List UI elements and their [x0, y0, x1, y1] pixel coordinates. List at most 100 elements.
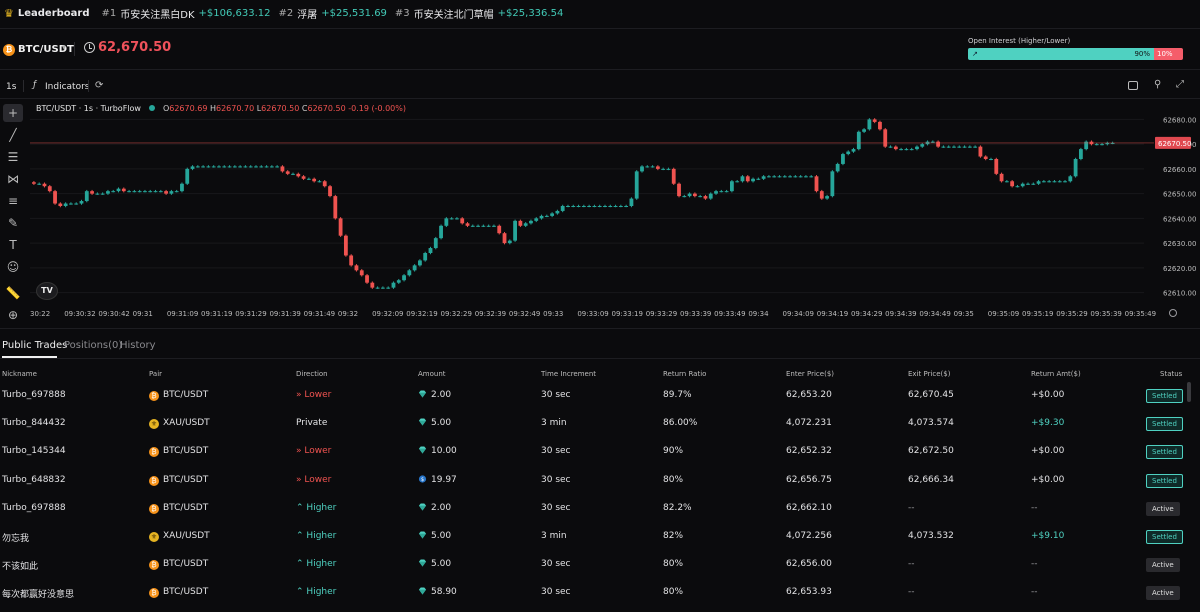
candle [724, 191, 729, 193]
table-row[interactable]: Turbo_145344 ₿ BTC/USDT »︎ Lower 10.00 30… [0, 442, 1200, 462]
x-tick-label: 09:35:29 [1056, 310, 1087, 318]
candle [560, 206, 565, 211]
candle [132, 191, 137, 193]
tab-positions[interactable]: Positions(0) [64, 340, 122, 351]
interval-selector[interactable]: 1s [6, 82, 16, 92]
x-tick-label: 09:30:32 [64, 310, 95, 318]
divider [0, 98, 1200, 99]
open-interest-higher-value: 90% [1134, 50, 1150, 58]
x-tick-label: 09:33 [543, 310, 563, 318]
fib-icon[interactable]: ≡ [3, 192, 23, 210]
return-ratio-cell: 80% [663, 474, 684, 485]
nickname-cell: Turbo_648832 [2, 474, 66, 485]
expand-icon[interactable]: ⤢ [1176, 79, 1184, 90]
indicators-button[interactable]: Indicators [45, 82, 89, 92]
open-interest-label: Open Interest (Higher/Lower) [968, 37, 1071, 45]
rank-3: #3 [394, 7, 410, 19]
candle [550, 213, 555, 216]
candle [872, 119, 877, 122]
zoom-in-icon[interactable]: ⊕ [3, 306, 23, 324]
candle [116, 188, 121, 192]
return-amt-cell: -- [1031, 502, 1038, 513]
fullscreen-icon[interactable] [1128, 81, 1138, 90]
text-icon[interactable]: T [3, 236, 23, 254]
candle [291, 173, 295, 175]
table-scrollbar[interactable] [1187, 382, 1191, 402]
chart-toolbar: 1s ƒ Indicators ⟳ ⚲ ⤢ [0, 76, 1200, 96]
return-ratio-cell: 82% [663, 531, 684, 541]
candle [169, 191, 174, 194]
nickname-cell: Turbo_697888 [2, 390, 66, 400]
time-increment-cell: 30 sec [541, 502, 571, 513]
x-tick-label: 09:32:49 [509, 310, 540, 318]
candle [1041, 181, 1046, 183]
x-tick-label: 09:31:19 [201, 310, 232, 318]
exit-price-cell: 4,073.574 [908, 418, 954, 429]
pair-label: BTC/USDT [163, 390, 209, 400]
direction-label: Lower [304, 390, 332, 400]
search-zoom-icon[interactable]: ⚲ [1154, 79, 1161, 90]
pair-cell: ₿ BTC/USDT [149, 446, 208, 458]
trend-line-icon[interactable]: ╱ [3, 126, 23, 144]
refresh-icon[interactable]: ⟳ [95, 80, 103, 91]
candle [1010, 181, 1015, 187]
table-row[interactable]: 不该如此 ₿ BTC/USDT ⌃ Higher 5.00 30 sec 80% … [0, 555, 1200, 575]
chevron-down-icon[interactable]: ▾ [62, 43, 66, 52]
candle [222, 166, 227, 168]
indicators-icon[interactable]: ƒ [33, 80, 36, 90]
candle [79, 201, 84, 204]
amount-cell: 5.00 [418, 418, 451, 428]
candle [576, 206, 581, 207]
direction-label: Higher [306, 587, 337, 598]
candle [893, 146, 898, 150]
direction-label: Lower [304, 446, 332, 457]
y-tick-label: 62640.00 [1163, 215, 1196, 223]
candle [973, 146, 978, 148]
ruler-icon[interactable]: 📏 [3, 284, 23, 302]
candle [1004, 181, 1009, 183]
table-header: Nickname Pair Direction Amount Time Incr… [0, 366, 1200, 380]
pattern-icon[interactable]: ⋈ [3, 170, 23, 188]
drawing-toolbar: + ╱ ☰ ⋈ ≡ ✎ T ☺ 📏 ⊕ [3, 104, 25, 324]
nickname-cell: 每次都赢好没意思 [2, 590, 75, 601]
candle [523, 223, 528, 226]
status-badge: Settled [1146, 389, 1183, 403]
table-row[interactable]: 勿忘我 ⚜ XAU/USDT ⌃ Higher 5.00 3 min 82% 4,… [0, 527, 1200, 547]
table-row[interactable]: 每次都赢好没意思 ₿ BTC/USDT ⌃ Higher 58.90 30 sec… [0, 583, 1200, 603]
candle [37, 183, 42, 185]
candlestick-chart[interactable]: 62680.0062670.0062660.0062650.0062640.00… [30, 112, 1200, 320]
candle [677, 183, 681, 197]
candle [655, 166, 660, 169]
emoji-icon[interactable]: ☺ [3, 258, 23, 276]
candle [380, 287, 385, 289]
svg-text:$: $ [421, 477, 424, 483]
candle [915, 146, 919, 150]
x-tick-label: 09:33:39 [680, 310, 711, 318]
horizontal-lines-icon[interactable]: ☰ [3, 148, 23, 166]
x-tick-label: 09:33:19 [612, 310, 643, 318]
brush-icon[interactable]: ✎ [3, 214, 23, 232]
candle [983, 156, 988, 159]
table-row[interactable]: Turbo_648832 ₿ BTC/USDT »︎ Lower $19.97 3… [0, 471, 1200, 491]
rank-2: #2 [278, 7, 294, 19]
status-cell: Active [1146, 501, 1180, 516]
table-row[interactable]: Turbo_697888 ₿ BTC/USDT ⌃ Higher 2.00 30 … [0, 499, 1200, 519]
crosshair-icon[interactable]: + [3, 104, 23, 122]
candle [470, 225, 475, 227]
candle [507, 240, 512, 244]
amount-value: 5.00 [431, 531, 452, 541]
candle [407, 270, 412, 276]
table-row[interactable]: Turbo_697888 ₿ BTC/USDT »︎ Lower 2.00 30 … [0, 386, 1200, 406]
tab-history[interactable]: History [120, 340, 156, 351]
amount-cell: 58.90 [418, 587, 457, 597]
candle [63, 203, 68, 206]
time-increment-cell: 30 sec [541, 559, 571, 570]
usdc-icon: $ [418, 474, 427, 483]
settings-icon[interactable] [1169, 309, 1177, 317]
table-row[interactable]: Turbo_844432 ⚜ XAU/USDT Private 5.00 3 mi… [0, 414, 1200, 434]
candle [497, 225, 502, 234]
tab-public-trades[interactable]: Public Trades [2, 340, 67, 351]
candle [338, 218, 343, 236]
leaderboard-label[interactable]: Leaderboard [18, 8, 90, 19]
return-ratio-cell: 80% [663, 587, 684, 598]
